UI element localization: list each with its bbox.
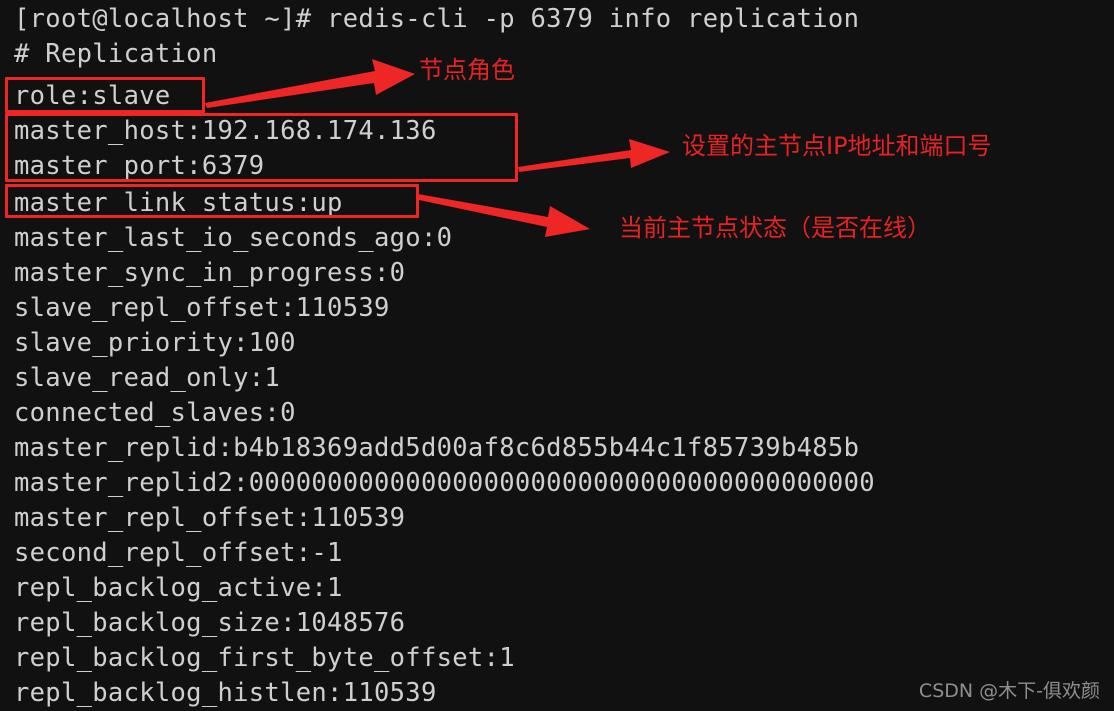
- terminal-line: master_sync_in_progress:0: [14, 258, 406, 288]
- terminal-line: slave_priority:100: [14, 328, 296, 358]
- terminal-line: connected_slaves:0: [14, 398, 296, 428]
- terminal-line-master-link-status: master_link_status:up: [14, 188, 343, 218]
- terminal-line: second_repl_offset:-1: [14, 538, 343, 568]
- terminal-window: [root@localhost ~]# redis-cli -p 6379 in…: [0, 0, 1114, 711]
- terminal-line: repl_backlog_size:1048576: [14, 608, 406, 638]
- arrow-to-node-role: [205, 59, 415, 108]
- terminal-line-role: role:slave: [14, 81, 171, 111]
- terminal-line: master_repl_offset:110539: [14, 503, 406, 533]
- annotation-label-master-link-status: 当前主节点状态（是否在线）: [619, 214, 931, 242]
- terminal-line-master-replid2: master_replid2:0000000000000000000000000…: [14, 468, 875, 498]
- terminal-line: repl_backlog_active:1: [14, 573, 343, 603]
- terminal-line-master-replid: master_replid:b4b18369add5d00af8c6d855b4…: [14, 433, 860, 463]
- terminal-line: # Replication: [14, 39, 218, 69]
- watermark: CSDN @木下-俱欢颜: [918, 680, 1100, 702]
- terminal-line: master_last_io_seconds_ago:0: [14, 223, 453, 253]
- terminal-line: repl_backlog_first_byte_offset:1: [14, 643, 515, 673]
- annotation-label-node-role: 节点角色: [419, 56, 515, 84]
- terminal-line-master-port: master_port:6379: [14, 151, 265, 181]
- terminal-prompt-line: [root@localhost ~]# redis-cli -p 6379 in…: [14, 4, 860, 34]
- terminal-line-master-host: master_host:192.168.174.136: [14, 116, 437, 146]
- terminal-line: slave_repl_offset:110539: [14, 293, 390, 323]
- annotation-label-master-host-port: 设置的主节点IP地址和端口号: [682, 132, 992, 160]
- terminal-line: repl_backlog_histlen:110539: [14, 678, 437, 708]
- arrow-to-master-host-port: [518, 139, 670, 172]
- terminal-line: slave_read_only:1: [14, 363, 281, 393]
